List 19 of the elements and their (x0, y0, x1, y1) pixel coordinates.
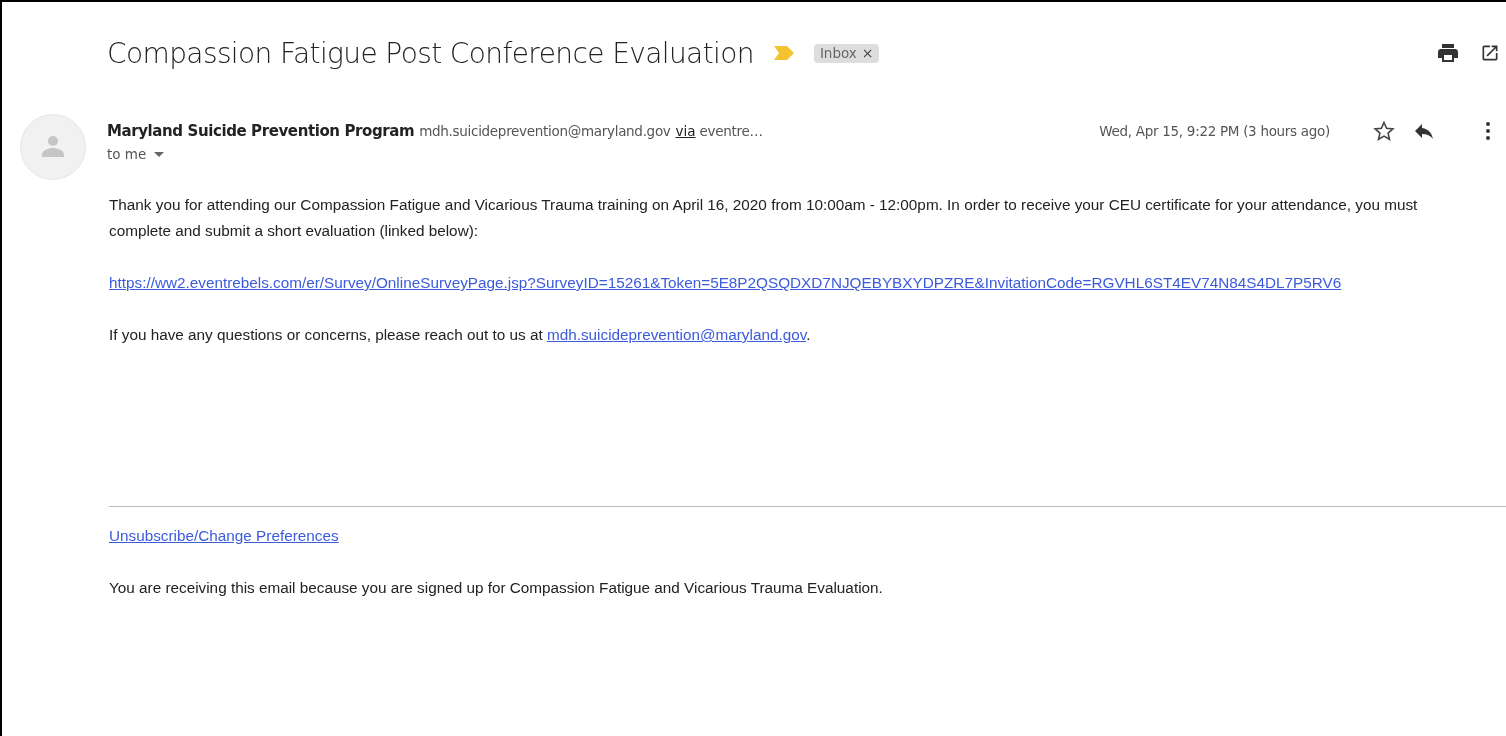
sender-email: mdh.suicideprevention@maryland.gov (419, 123, 671, 139)
recipient-dropdown[interactable]: to me (107, 144, 165, 164)
sender-name: Maryland Suicide Prevention Program (107, 122, 415, 140)
print-icon[interactable] (1436, 41, 1460, 65)
body-paragraph: If you have any questions or concerns, please reach out to us at mdh.suicideprevention@maryland.gov. (109, 325, 812, 345)
label-chip[interactable]: Inbox × (813, 43, 879, 63)
star-icon[interactable] (1372, 119, 1396, 143)
importance-marker-icon[interactable] (773, 46, 794, 60)
body-paragraph: Thank you for attending our Compassion Fatigue and Vicarious Trauma training on April 16, 2020 from 10:00am - 12:00pm. In order to receive your CEU certificate for your attendance, you must complete and submit a short evaluation (linked below): (109, 195, 1419, 241)
footer-note: You are receiving this email because you are signed up for Compassion Fatigue and Vicarious Trauma Evaluation. (109, 578, 884, 598)
survey-link[interactable]: https://ww2.eventrebels.com/er/Survey/OnlineSurveyPage.jsp?SurveyID=15261&Token=5E8P2QSQDXD7NJQEBYBXYDPZRE&InvitationCode=RGVHL6ST4EV74N84S4DL7P5RV6 (109, 270, 1471, 296)
via-link[interactable]: via (675, 123, 696, 139)
email-date: Wed, Apr 15, 9:22 PM (3 hours ago) (1099, 123, 1330, 139)
email-subject: Compassion Fatigue Post Conference Evaluation (107, 36, 754, 70)
caret-icon[interactable] (154, 151, 165, 157)
via-domain: eventre… (699, 123, 763, 139)
label-text: Inbox (819, 44, 857, 61)
unsubscribe-link[interactable]: Unsubscribe/Change Preferences (109, 527, 339, 544)
remove-label-button[interactable]: × (856, 44, 874, 61)
